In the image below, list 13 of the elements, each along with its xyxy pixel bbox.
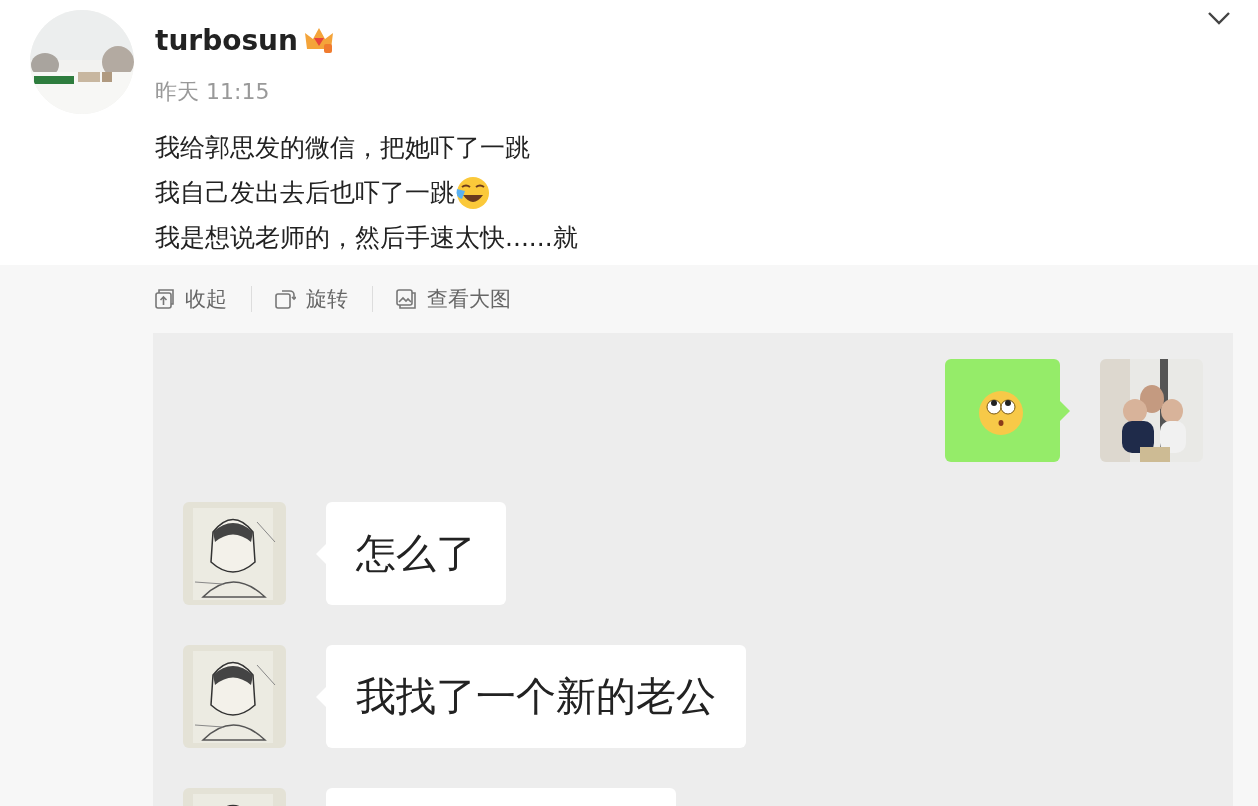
username[interactable]: turbosun [155,24,298,57]
post-text: 我自己发出去后也吓了一跳 [155,177,455,209]
laughing-emoji-icon [455,174,491,211]
collapse-button[interactable]: 收起 [153,285,251,313]
post-time: 昨天 11:15 [155,78,271,106]
enlarge-button[interactable]: 查看大图 [395,285,535,313]
crown-icon [303,26,334,55]
post-text: 我是想说老师的，然后手速太快......就 [155,222,578,254]
image-icon [395,288,417,310]
rotate-icon [274,288,296,310]
rotate-button[interactable]: 旋转 [274,285,372,313]
post-text: 我给郭思发的微信，把她吓了一跳 [155,132,530,164]
collapse-icon [153,288,175,310]
